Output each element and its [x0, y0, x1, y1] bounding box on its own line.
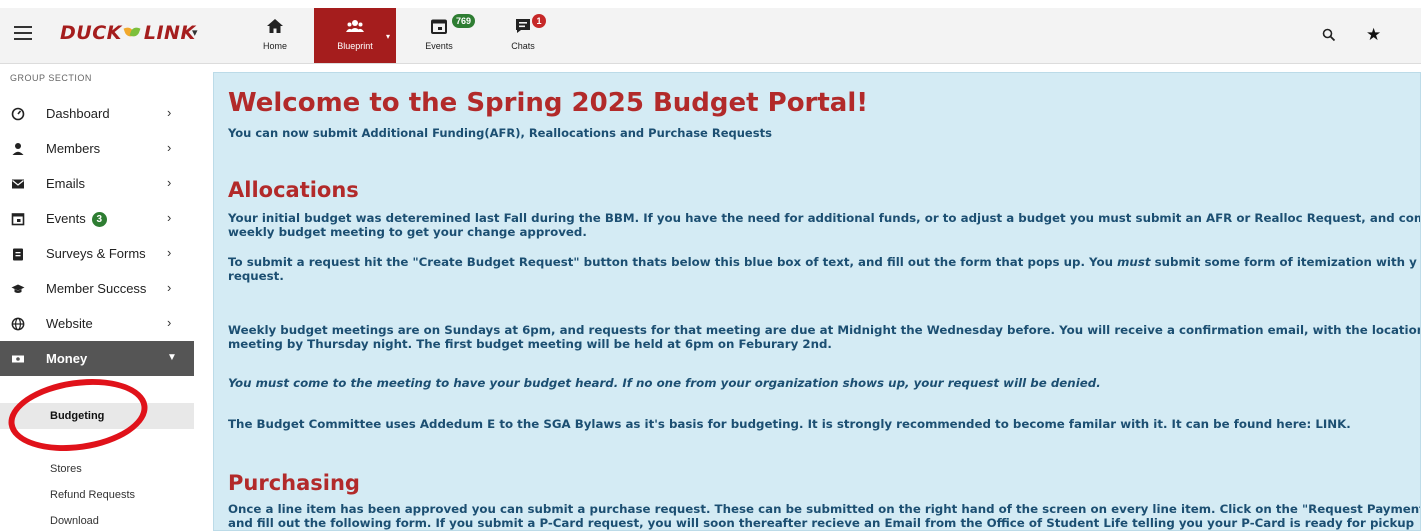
page-subtitle: You can now submit Additional Funding(AF… [228, 126, 772, 140]
ducklink-logo[interactable]: DUCK LINK [60, 22, 196, 44]
blueprint-dropdown-caret-icon[interactable]: ▾ [386, 32, 390, 41]
purchasing-paragraph-1: Once a line item has been approved you c… [228, 502, 1421, 530]
chevron-right-icon: › [167, 140, 172, 155]
chat-icon [516, 19, 530, 33]
graduation-cap-icon [11, 284, 25, 293]
globe-icon [11, 317, 25, 331]
allocations-p1-line2: weekly budget meeting to get your change… [228, 225, 587, 239]
logo-text-duck: DUCK [60, 22, 122, 44]
allocations-paragraph-4: You must come to the meeting to have you… [228, 376, 1101, 390]
nav-home-label: Home [262, 41, 287, 51]
sidebar-item-dashboard[interactable]: Dashboard › [0, 96, 194, 131]
allocations-p2-line2: request. [228, 269, 284, 283]
calendar-icon [11, 213, 25, 226]
sidebar-subitem-stores[interactable]: Stores [0, 456, 194, 482]
chevron-right-icon: › [167, 280, 172, 295]
allocations-p2-text-a: To submit a request hit the "Create Budg… [228, 255, 1118, 269]
chevron-down-icon: ▼ [167, 352, 177, 363]
top-navigation-bar: DUCK LINK ▾ Home ▾ Blueprint 769 Events … [0, 0, 1421, 64]
dashboard-icon [11, 107, 25, 121]
sidebar-item-label: Member Success [46, 281, 147, 296]
nav-events-label: Events [425, 41, 453, 51]
sidebar-subitem-download[interactable]: Download [0, 508, 194, 531]
logo-text-link: LINK [143, 22, 196, 44]
chevron-right-icon: › [167, 210, 172, 225]
chevron-right-icon: › [167, 175, 172, 190]
events-count-badge: 769 [452, 14, 476, 28]
nav-chats-label: Chats [511, 41, 535, 51]
sidebar-subitem-label: Refund Requests [50, 489, 135, 501]
chevron-right-icon: › [167, 315, 172, 330]
money-icon [12, 355, 24, 363]
calendar-icon [431, 19, 447, 34]
allocations-p1-line1: Your initial budget was deteremined last… [228, 211, 1421, 225]
sidebar-item-website[interactable]: Website › [0, 306, 194, 341]
duck-logo-icon [123, 25, 143, 41]
allocations-p2-line1: To submit a request hit the "Create Budg… [228, 255, 1420, 269]
sidebar-subitem-label: Stores [50, 463, 82, 475]
chevron-right-icon: › [167, 105, 172, 120]
sidebar-item-label: Website [46, 316, 93, 331]
allocations-paragraph-2: To submit a request hit the "Create Budg… [228, 255, 1420, 283]
sidebar-item-events[interactable]: Events 3 › [0, 201, 194, 236]
search-icon[interactable] [1322, 28, 1336, 42]
allocations-p2-text-b: submit some form of itemization with y [1150, 255, 1417, 269]
group-icon [346, 20, 364, 32]
sidebar-item-emails[interactable]: Emails › [0, 166, 194, 201]
purchasing-p1-line1: Once a line item has been approved you c… [228, 502, 1421, 516]
sidebar-item-label: Emails [46, 176, 86, 191]
home-icon [267, 19, 283, 33]
hamburger-menu-icon[interactable] [14, 26, 32, 40]
allocations-p3-line1: Weekly budget meetings are on Sundays at… [228, 323, 1421, 337]
chevron-right-icon: › [167, 245, 172, 260]
sidebar-item-label: Surveys & Forms [46, 246, 146, 261]
chats-count-badge: 1 [532, 14, 546, 28]
sidebar-item-events-text: Events [46, 211, 86, 226]
nav-chats-button[interactable]: 1 Chats [492, 8, 554, 63]
sidebar-item-label: Money [46, 351, 88, 366]
group-section-label: GROUP SECTION [10, 73, 92, 83]
sidebar-item-label: Events 3 [46, 211, 107, 228]
star-icon[interactable]: ★ [1366, 25, 1381, 45]
allocations-p3-line2: meeting by Thursday night. The first bud… [228, 337, 832, 351]
page-title: Welcome to the Spring 2025 Budget Portal… [228, 88, 869, 118]
nav-home-button[interactable]: Home [244, 8, 306, 63]
sidebar-item-label: Dashboard [46, 106, 110, 121]
budget-info-panel: Welcome to the Spring 2025 Budget Portal… [213, 72, 1421, 531]
envelope-icon [12, 179, 24, 189]
allocations-heading: Allocations [228, 178, 359, 202]
allocations-paragraph-5: The Budget Committee uses Addedum E to t… [228, 417, 1351, 431]
allocations-paragraph-1: Your initial budget was deteremined last… [228, 211, 1421, 239]
sidebar-item-members[interactable]: Members › [0, 131, 194, 166]
nav-blueprint-button[interactable]: ▾ Blueprint [314, 8, 396, 63]
allocations-p2-emphasis: must [1117, 255, 1151, 269]
sidebar-item-label: Members [46, 141, 101, 156]
clipboard-icon [13, 248, 23, 261]
sidebar-subitem-refund-requests[interactable]: Refund Requests [0, 482, 194, 508]
sidebar-item-surveys-forms[interactable]: Surveys & Forms › [0, 236, 194, 271]
purchasing-p1-line2: and fill out the following form. If you … [228, 516, 1415, 530]
sidebar-item-member-success[interactable]: Member Success › [0, 271, 194, 306]
sidebar: GROUP SECTION Dashboard › Members › Emai… [0, 64, 194, 531]
allocations-paragraph-3: Weekly budget meetings are on Sundays at… [228, 323, 1421, 351]
person-icon [12, 143, 24, 155]
purchasing-heading: Purchasing [228, 471, 360, 495]
events-badge: 3 [91, 212, 107, 228]
logo-dropdown-caret-icon[interactable]: ▾ [192, 26, 198, 39]
sidebar-item-money[interactable]: Money ▼ [0, 341, 194, 376]
sidebar-subitem-label: Download [50, 515, 99, 527]
nav-blueprint-label: Blueprint [337, 41, 373, 51]
nav-events-button[interactable]: 769 Events [408, 8, 476, 63]
